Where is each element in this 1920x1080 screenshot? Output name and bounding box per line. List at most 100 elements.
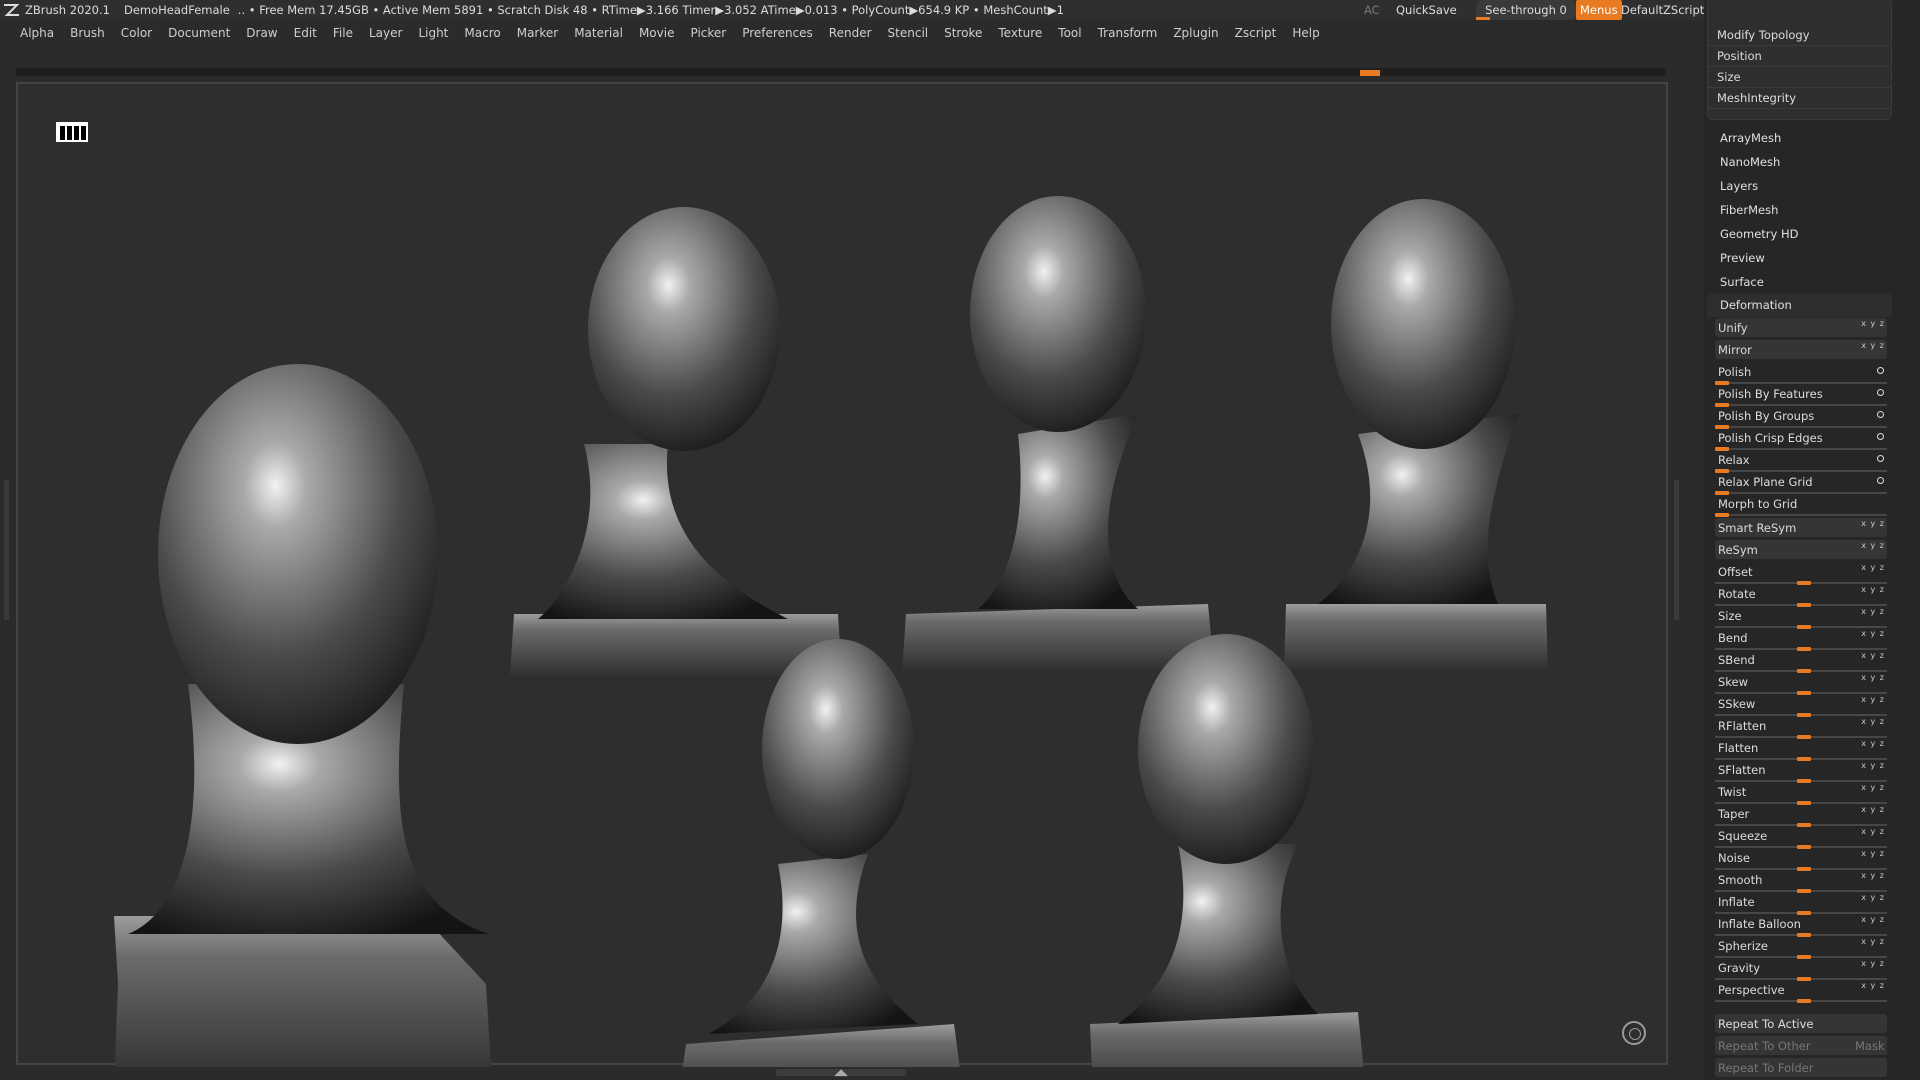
axis-xyz-icon[interactable]: x y z <box>1861 585 1885 594</box>
menu-movie[interactable]: Movie <box>631 26 683 40</box>
slider-perspective[interactable]: Perspective x y z <box>1715 980 1887 1003</box>
menu-texture[interactable]: Texture <box>990 26 1050 40</box>
slider-perspective-knob[interactable] <box>1797 999 1811 1003</box>
slider-sskew[interactable]: SSkew x y z <box>1715 694 1887 717</box>
axis-xyz-icon[interactable]: x y z <box>1861 519 1885 528</box>
slider-inflate[interactable]: Inflate x y z <box>1715 892 1887 915</box>
menu-preferences[interactable]: Preferences <box>734 26 821 40</box>
axis-xyz-icon[interactable]: x y z <box>1861 783 1885 792</box>
ac-label[interactable]: AC <box>1364 0 1380 20</box>
axis-xyz-icon[interactable]: x y z <box>1861 871 1885 880</box>
slider-rotate[interactable]: Rotate x y z <box>1715 584 1887 607</box>
default-zscript-button[interactable]: DefaultZScript <box>1621 0 1704 20</box>
subpalette-preview[interactable]: Preview <box>1720 246 1890 270</box>
menu-document[interactable]: Document <box>160 26 238 40</box>
slider-offset[interactable]: Offset x y z <box>1715 562 1887 585</box>
slider-smooth[interactable]: Smooth x y z <box>1715 870 1887 893</box>
menu-edit[interactable]: Edit <box>286 26 325 40</box>
slider-polish-by-features[interactable]: Polish By Features <box>1715 384 1887 407</box>
axis-xyz-icon[interactable]: x y z <box>1861 541 1885 550</box>
axis-xyz-icon[interactable]: x y z <box>1861 827 1885 836</box>
slider-flatten[interactable]: Flatten x y z <box>1715 738 1887 761</box>
menu-transform[interactable]: Transform <box>1090 26 1166 40</box>
slider-morph-to-grid[interactable]: Morph to Grid <box>1715 494 1887 517</box>
option-circle-icon[interactable] <box>1877 477 1884 484</box>
menu-macro[interactable]: Macro <box>456 26 508 40</box>
menus-toggle[interactable]: Menus <box>1576 0 1622 20</box>
deform-mirror[interactable]: Mirror x y z <box>1715 340 1887 359</box>
option-circle-icon[interactable] <box>1877 455 1884 462</box>
menu-alpha[interactable]: Alpha <box>12 26 62 40</box>
deform-smart-resym[interactable]: Smart ReSym x y z <box>1715 518 1887 537</box>
menu-picker[interactable]: Picker <box>682 26 734 40</box>
menu-color[interactable]: Color <box>113 26 160 40</box>
slider-morph-to-grid-knob[interactable] <box>1715 513 1729 517</box>
menu-zplugin[interactable]: Zplugin <box>1165 26 1226 40</box>
slider-sbend[interactable]: SBend x y z <box>1715 650 1887 673</box>
menu-material[interactable]: Material <box>566 26 631 40</box>
subpalette-modify-topology[interactable]: Modify Topology <box>1708 25 1891 46</box>
axis-xyz-icon[interactable]: x y z <box>1861 607 1885 616</box>
axis-xyz-icon[interactable]: x y z <box>1861 893 1885 902</box>
quicksave-button[interactable]: QuickSave <box>1396 0 1457 20</box>
subpalette-geometry-hd[interactable]: Geometry HD <box>1720 222 1890 246</box>
menu-tool[interactable]: Tool <box>1050 26 1089 40</box>
axis-xyz-icon[interactable]: x y z <box>1861 849 1885 858</box>
axis-xyz-icon[interactable]: x y z <box>1861 629 1885 638</box>
axis-xyz-icon[interactable]: x y z <box>1861 937 1885 946</box>
subpalette-size[interactable]: Size <box>1708 67 1891 88</box>
menu-marker[interactable]: Marker <box>509 26 566 40</box>
deform-unify[interactable]: Unify x y z <box>1715 318 1887 337</box>
slider-polish-by-groups[interactable]: Polish By Groups <box>1715 406 1887 429</box>
slider-bend[interactable]: Bend x y z <box>1715 628 1887 651</box>
slider-noise[interactable]: Noise x y z <box>1715 848 1887 871</box>
axis-xyz-icon[interactable]: x y z <box>1861 673 1885 682</box>
axis-xyz-icon[interactable]: x y z <box>1861 717 1885 726</box>
axis-xyz-icon[interactable]: x y z <box>1861 695 1885 704</box>
axis-xyz-icon[interactable]: x y z <box>1861 319 1885 328</box>
deform-resym[interactable]: ReSym x y z <box>1715 540 1887 559</box>
menu-layer[interactable]: Layer <box>361 26 410 40</box>
menu-stroke[interactable]: Stroke <box>936 26 990 40</box>
subpalette-fibermesh[interactable]: FiberMesh <box>1720 198 1890 222</box>
slider-squeeze[interactable]: Squeeze x y z <box>1715 826 1887 849</box>
option-circle-icon[interactable] <box>1877 411 1884 418</box>
subpalette-position[interactable]: Position <box>1708 46 1891 67</box>
slider-size[interactable]: Size x y z <box>1715 606 1887 629</box>
menu-help[interactable]: Help <box>1284 26 1327 40</box>
slider-sflatten[interactable]: SFlatten x y z <box>1715 760 1887 783</box>
slider-polish[interactable]: Polish <box>1715 362 1887 385</box>
subpalette-layers[interactable]: Layers <box>1720 174 1890 198</box>
slider-polish-crisp-edges[interactable]: Polish Crisp Edges <box>1715 428 1887 451</box>
subpalette-nanomesh[interactable]: NanoMesh <box>1720 150 1890 174</box>
slider-relax-plane-grid[interactable]: Relax Plane Grid <box>1715 472 1887 495</box>
menu-draw[interactable]: Draw <box>238 26 285 40</box>
menu-brush[interactable]: Brush <box>62 26 113 40</box>
axis-xyz-icon[interactable]: x y z <box>1861 805 1885 814</box>
slider-twist[interactable]: Twist x y z <box>1715 782 1887 805</box>
repeat-to-active-button[interactable]: Repeat To Active <box>1715 1014 1887 1033</box>
axis-xyz-icon[interactable]: x y z <box>1861 739 1885 748</box>
option-circle-icon[interactable] <box>1877 433 1884 440</box>
target-icon[interactable] <box>1622 1021 1646 1045</box>
repeat-to-other-button[interactable]: Repeat To Other Mask <box>1715 1036 1887 1055</box>
slider-relax[interactable]: Relax <box>1715 450 1887 473</box>
menu-zscript[interactable]: Zscript <box>1227 26 1285 40</box>
axis-xyz-icon[interactable]: x y z <box>1861 761 1885 770</box>
slider-rflatten[interactable]: RFlatten x y z <box>1715 716 1887 739</box>
menu-light[interactable]: Light <box>410 26 456 40</box>
subpalette-surface[interactable]: Surface <box>1720 270 1890 294</box>
axis-xyz-icon[interactable]: x y z <box>1861 563 1885 572</box>
axis-xyz-icon[interactable]: x y z <box>1861 915 1885 924</box>
canvas-viewport[interactable] <box>16 82 1668 1067</box>
subpalette-meshintegrity[interactable]: MeshIntegrity <box>1708 88 1891 109</box>
left-tray-handle[interactable] <box>4 480 9 620</box>
menu-stencil[interactable]: Stencil <box>880 26 937 40</box>
axis-xyz-icon[interactable]: x y z <box>1861 981 1885 990</box>
slider-spherize[interactable]: Spherize x y z <box>1715 936 1887 959</box>
slider-gravity[interactable]: Gravity x y z <box>1715 958 1887 981</box>
bottom-tray-handle[interactable]: ◢◣ <box>776 1068 906 1078</box>
axis-xyz-icon[interactable]: x y z <box>1861 651 1885 660</box>
option-circle-icon[interactable] <box>1877 389 1884 396</box>
menu-render[interactable]: Render <box>821 26 880 40</box>
